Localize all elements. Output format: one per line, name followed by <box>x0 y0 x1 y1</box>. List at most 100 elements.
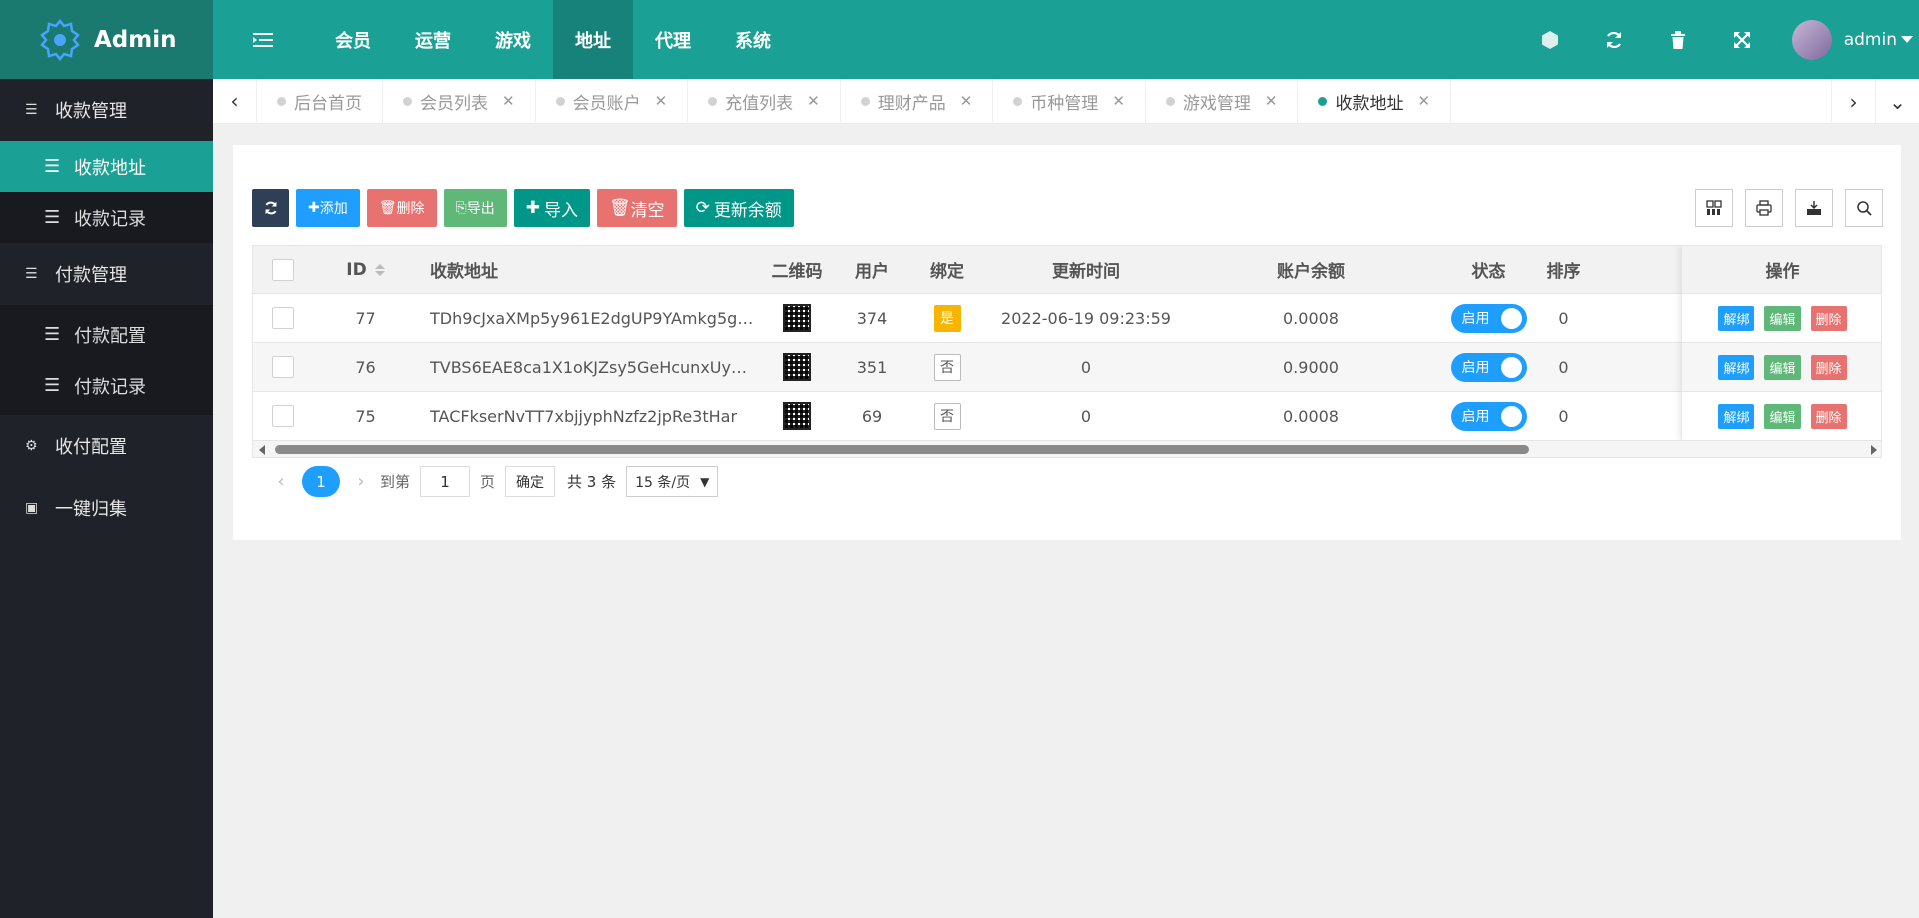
row-select-cell <box>253 392 313 440</box>
list-icon: ☰ <box>44 324 61 345</box>
unbind-button[interactable]: 解绑 <box>1718 403 1755 429</box>
delete-button[interactable]: 🗑︎ 删除 <box>366 189 437 227</box>
add-button[interactable]: ✚ 添加 <box>296 189 360 227</box>
cell-balance: 0.0008 <box>1283 406 1339 426</box>
scroll-left-icon[interactable] <box>259 445 265 455</box>
scrollbar-thumb[interactable] <box>275 445 1529 454</box>
edit-button[interactable]: 编辑 <box>1764 354 1801 380</box>
import-button[interactable]: ✚ 导入 <box>513 189 590 227</box>
goto-page-input[interactable]: 1 <box>420 466 471 497</box>
add-label: 添加 <box>319 201 348 217</box>
sidebar-group-receive[interactable]: ☰ 收款管理 <box>0 79 213 141</box>
edit-button[interactable]: 编辑 <box>1764 403 1801 429</box>
clear-button[interactable]: 🗑︎ 清空 <box>596 189 677 227</box>
print-icon[interactable] <box>1745 189 1783 227</box>
row-checkbox[interactable] <box>272 307 294 329</box>
close-icon[interactable]: ✕ <box>1112 92 1125 110</box>
tab-currency-management[interactable]: 币种管理 ✕ <box>993 78 1146 124</box>
avatar[interactable] <box>1791 19 1832 60</box>
qrcode-icon[interactable] <box>783 304 811 332</box>
tab-menu-chevron-down-icon[interactable]: ⌄ <box>1875 79 1919 124</box>
trash-icon[interactable] <box>1646 30 1710 49</box>
column-header-id[interactable]: ID <box>313 246 418 293</box>
header-actions: admin <box>1518 0 1919 79</box>
columns-icon[interactable] <box>1695 189 1733 227</box>
cube-icon[interactable] <box>1518 30 1582 49</box>
tab-label: 币种管理 <box>1030 93 1099 114</box>
refresh-button[interactable] <box>252 189 289 227</box>
export-button[interactable]: ⎘ 导出 <box>443 189 507 227</box>
top-header: 会员 运营 游戏 地址 代理 系统 admin <box>213 0 1919 79</box>
status-toggle[interactable]: 启用 <box>1450 303 1527 333</box>
cell-id: 77 <box>355 308 376 328</box>
tab-recharge-list[interactable]: 充值列表 ✕ <box>688 78 841 124</box>
qrcode-icon[interactable] <box>783 353 811 381</box>
sidebar-submenu-payment: ☰ 付款配置 ☰ 付款记录 <box>0 305 213 415</box>
page-size-select[interactable]: 15 条/页 ▼ <box>626 466 719 497</box>
row-checkbox[interactable] <box>272 356 294 378</box>
next-page-icon[interactable]: › <box>346 471 376 492</box>
logo[interactable]: Admin <box>0 0 213 79</box>
tab-member-list[interactable]: 会员列表 ✕ <box>383 78 536 124</box>
delete-row-button[interactable]: 删除 <box>1810 403 1847 429</box>
close-icon[interactable]: ✕ <box>655 92 668 110</box>
tab-scroll-left-button[interactable]: ‹ <box>213 78 257 124</box>
export-table-icon[interactable] <box>1795 189 1833 227</box>
nav-member[interactable]: 会员 <box>313 0 393 79</box>
sidebar-item-receive-address[interactable]: ☰ 收款地址 <box>0 141 213 192</box>
unbind-button[interactable]: 解绑 <box>1718 305 1755 331</box>
delete-row-button[interactable]: 删除 <box>1810 354 1847 380</box>
prev-page-icon[interactable]: ‹ <box>266 471 296 492</box>
delete-row-button[interactable]: 删除 <box>1810 305 1847 331</box>
tab-member-account[interactable]: 会员账户 ✕ <box>536 78 689 124</box>
goto-confirm-button[interactable]: 确定 <box>505 466 556 497</box>
nav-system[interactable]: 系统 <box>713 0 793 79</box>
tab-label: 充值列表 <box>725 93 794 114</box>
close-icon[interactable]: ✕ <box>1265 92 1278 110</box>
sidebar-item-receive-record[interactable]: ☰ 收款记录 <box>0 192 213 243</box>
update-balance-button[interactable]: ⟳ 更新余额 <box>683 189 794 227</box>
sidebar-item-label: 收款地址 <box>74 157 146 179</box>
nav-address[interactable]: 地址 <box>553 0 633 79</box>
horizontal-scrollbar[interactable] <box>253 440 1881 457</box>
sidebar-group-config[interactable]: ⚙ 收付配置 <box>0 415 213 477</box>
tab-game-management[interactable]: 游戏管理 ✕ <box>1146 78 1299 124</box>
tab-dot <box>403 96 412 106</box>
fullscreen-icon[interactable] <box>1710 31 1774 49</box>
status-toggle[interactable]: 启用 <box>1450 401 1527 431</box>
table-tools <box>1683 189 1883 227</box>
scroll-right-icon[interactable] <box>1871 445 1877 455</box>
close-icon[interactable]: ✕ <box>807 92 820 110</box>
chevron-down-icon[interactable] <box>1901 36 1913 43</box>
column-header-bind: 绑定 <box>930 262 964 282</box>
sidebar-group-collect[interactable]: ▣ 一键归集 <box>0 477 213 539</box>
sidebar-item-payment-config[interactable]: ☰ 付款配置 <box>0 309 213 360</box>
sort-icon[interactable] <box>374 263 385 276</box>
tab-scroll-right-button[interactable]: › <box>1831 79 1875 124</box>
close-icon[interactable]: ✕ <box>502 92 515 110</box>
qrcode-icon[interactable] <box>783 402 811 430</box>
status-toggle-label: 启用 <box>1461 360 1490 376</box>
close-icon[interactable]: ✕ <box>960 92 973 110</box>
user-name[interactable]: admin <box>1844 30 1897 50</box>
sidebar-group-payment[interactable]: ☰ 付款管理 <box>0 243 213 305</box>
nav-game[interactable]: 游戏 <box>473 0 553 79</box>
nav-agent[interactable]: 代理 <box>633 0 713 79</box>
status-toggle[interactable]: 启用 <box>1450 352 1527 382</box>
edit-button[interactable]: 编辑 <box>1764 305 1801 331</box>
search-icon[interactable] <box>1845 189 1883 227</box>
unbind-button[interactable]: 解绑 <box>1718 354 1755 380</box>
tab-receive-address[interactable]: 收款地址 ✕ <box>1298 78 1452 124</box>
current-page-button[interactable]: 1 <box>302 466 340 497</box>
sidebar-item-payment-record[interactable]: ☰ 付款记录 <box>0 360 213 411</box>
menu-toggle-button[interactable] <box>213 0 313 79</box>
nav-operation[interactable]: 运营 <box>393 0 473 79</box>
list-icon: ☰ <box>44 207 61 228</box>
tab-finance-products[interactable]: 理财产品 ✕ <box>841 78 994 124</box>
table-header: ID 收款地址 二维码 用户 绑定 更新时间 账户余额 状态 排序 <box>253 246 1881 294</box>
tab-dashboard[interactable]: 后台首页 <box>257 78 383 124</box>
row-checkbox[interactable] <box>272 405 294 427</box>
close-icon[interactable]: ✕ <box>1417 92 1430 110</box>
refresh-icon[interactable] <box>1582 31 1646 49</box>
select-all-checkbox[interactable] <box>272 258 294 281</box>
